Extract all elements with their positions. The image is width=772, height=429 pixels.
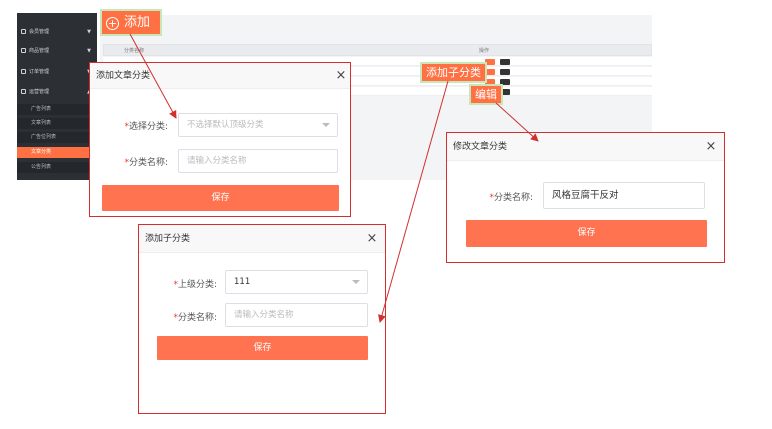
- arrow-add-to-dialog: [129, 33, 177, 119]
- annotation-arrows: [129, 33, 539, 323]
- arrow-edit-to-dialog: [495, 102, 539, 142]
- arrow-child-to-dialog: [378, 80, 449, 323]
